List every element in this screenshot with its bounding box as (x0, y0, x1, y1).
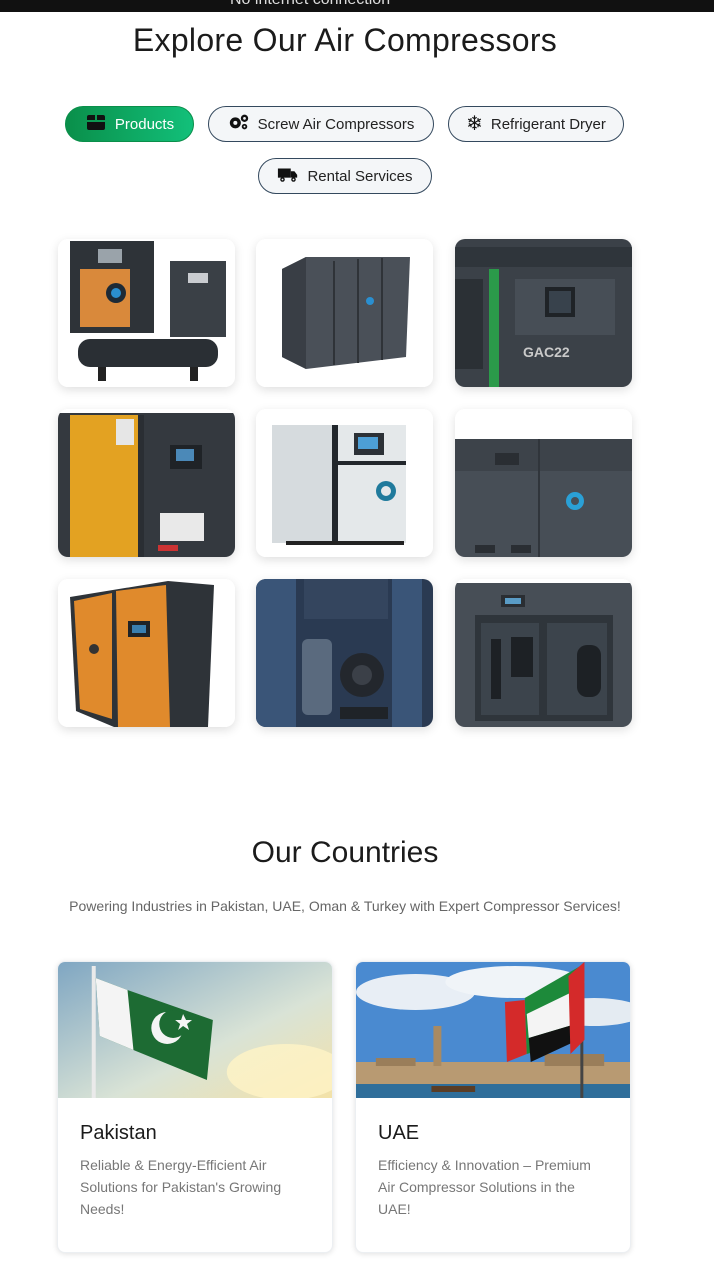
country-card-uae[interactable]: UAE Efficiency & Innovation – Premium Ai… (355, 961, 631, 1253)
country-name: Pakistan (80, 1122, 157, 1144)
product-image-compressor-open-doors (455, 579, 632, 727)
product-image-gac22-compressor-panel: GAC22 (455, 239, 632, 387)
country-card-pakistan[interactable]: Pakistan Reliable & Energy-Efficient Air… (57, 961, 333, 1253)
product-card[interactable] (256, 239, 433, 387)
filter-label: Products (114, 115, 175, 133)
product-card[interactable] (256, 409, 433, 557)
product-card[interactable]: GAC22 (455, 239, 632, 387)
product-card[interactable] (455, 409, 632, 557)
product-card[interactable] (58, 579, 235, 727)
filter-label: Refrigerant Dryer (490, 115, 606, 133)
gears-icon (228, 112, 250, 136)
country-description: Efficiency & Innovation – Premium Air Co… (378, 1157, 591, 1217)
country-name: UAE (378, 1122, 420, 1144)
filter-screw-air-compressors-button[interactable]: Screw Air Compressors (208, 106, 434, 142)
product-label: GAC22 (523, 344, 570, 360)
box-icon (85, 112, 107, 136)
product-card[interactable] (256, 579, 433, 727)
country-image-uae (356, 962, 630, 1098)
product-image-white-compressor (256, 409, 433, 557)
product-image-gray-large-compressor (455, 409, 632, 557)
country-description: Reliable & Energy-Efficient Air Solution… (80, 1157, 282, 1217)
countries-subtitle: Powering Industries in Pakistan, UAE, Om… (69, 898, 621, 914)
explore-title: Explore Our Air Compressors (132, 22, 558, 58)
status-bar: No internet connection (0, 0, 714, 12)
status-bar-text: No internet connection (230, 0, 390, 9)
product-card[interactable] (58, 409, 235, 557)
product-image-gray-enclosed-compressor (256, 239, 433, 387)
product-image-compressor-interior (256, 579, 433, 727)
product-card[interactable] (455, 579, 632, 727)
countries-title: Our Countries (251, 836, 439, 869)
product-card[interactable] (58, 239, 235, 387)
product-image-orange-compressor-on-tank (58, 239, 235, 387)
product-image-orange-compressor-side (58, 579, 235, 727)
product-image-yellow-compressor (58, 409, 235, 557)
truck-icon (277, 164, 299, 188)
filter-products-button[interactable]: Products (65, 106, 194, 142)
filter-label: Screw Air Compressors (257, 115, 415, 133)
filter-rental-services-button[interactable]: Rental Services (258, 158, 432, 194)
snowflake-icon: ❄ (466, 113, 483, 135)
filter-label: Rental Services (307, 167, 413, 185)
country-image-pakistan (58, 962, 332, 1098)
filter-refrigerant-dryer-button[interactable]: ❄ Refrigerant Dryer (448, 106, 624, 142)
